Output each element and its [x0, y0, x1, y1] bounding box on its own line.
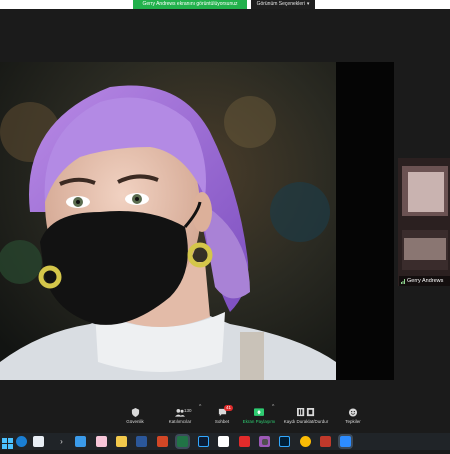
participant-thumbnail[interactable] [398, 158, 450, 286]
share-screen-icon [254, 408, 264, 416]
shared-screen-video [0, 62, 394, 380]
windows-start-icon[interactable] [2, 436, 13, 449]
chat-button[interactable]: 41 Sohbet [209, 405, 235, 424]
security-label: Güvenlik [126, 419, 144, 424]
xd-icon[interactable] [218, 436, 229, 447]
participant-name: Gerry Andrews [407, 278, 444, 284]
share-screen-button[interactable]: Ekran Paylaşımı [241, 408, 277, 424]
powerpoint-icon[interactable] [157, 436, 168, 447]
share-banner: Gerry Andrews ekranını görüntülüyorsunuz [133, 0, 247, 9]
calendar-icon[interactable] [33, 436, 44, 447]
participants-button[interactable]: 130 Katılımcılar [164, 408, 196, 424]
participant-name-label: Gerry Andrews [399, 276, 450, 286]
participants-label: Katılımcılar [168, 419, 192, 424]
windows-taskbar: › [0, 433, 450, 450]
participants-count: 130 [184, 408, 192, 413]
chrome-icon[interactable] [300, 436, 311, 447]
thumbnail-video [398, 158, 450, 286]
files-icon[interactable] [116, 436, 127, 447]
record-button[interactable]: Kaydı Duraklat/Durdur [280, 408, 332, 424]
mail-icon[interactable] [75, 436, 86, 447]
word-icon[interactable] [136, 436, 147, 447]
view-options-label: Görünüm Seçenekleri [256, 1, 305, 7]
terminal-icon[interactable]: › [56, 436, 67, 447]
photos-icon[interactable] [96, 436, 107, 447]
share-menu-chevron-icon[interactable]: ^ [272, 404, 274, 410]
reactions-icon [348, 408, 358, 417]
edge-icon[interactable] [16, 436, 27, 447]
acrobat-icon[interactable] [239, 436, 250, 447]
portrait-photo [0, 62, 394, 380]
zoom-icon[interactable] [340, 436, 351, 447]
signal-icon [401, 278, 405, 285]
excel-icon[interactable] [177, 436, 188, 447]
meeting-controls: Güvenlik 130 Katılımcılar ^ 41 Sohbet Ek… [0, 403, 450, 433]
reactions-label: Tepkiler [345, 419, 361, 424]
record-label: Kaydı Duraklat/Durdur [283, 419, 329, 424]
view-options-button[interactable]: Görünüm Seçenekleri ▾ [251, 0, 315, 9]
security-button[interactable]: Güvenlik [124, 408, 146, 424]
share-screen-label: Ekran Paylaşımı [242, 419, 276, 424]
shield-icon [131, 408, 139, 417]
layers-icon [262, 439, 268, 445]
chevron-down-icon: ▾ [306, 1, 310, 7]
chat-unread-badge: 41 [224, 405, 234, 411]
camera-icon[interactable] [320, 436, 331, 447]
photoshop-icon[interactable] [279, 436, 290, 447]
chat-label: Sohbet [214, 419, 230, 424]
record-icon [297, 408, 315, 417]
lightroom-icon[interactable] [198, 436, 209, 447]
reactions-button[interactable]: Tepkiler [340, 408, 366, 424]
participants-menu-chevron-icon[interactable]: ^ [199, 404, 201, 410]
